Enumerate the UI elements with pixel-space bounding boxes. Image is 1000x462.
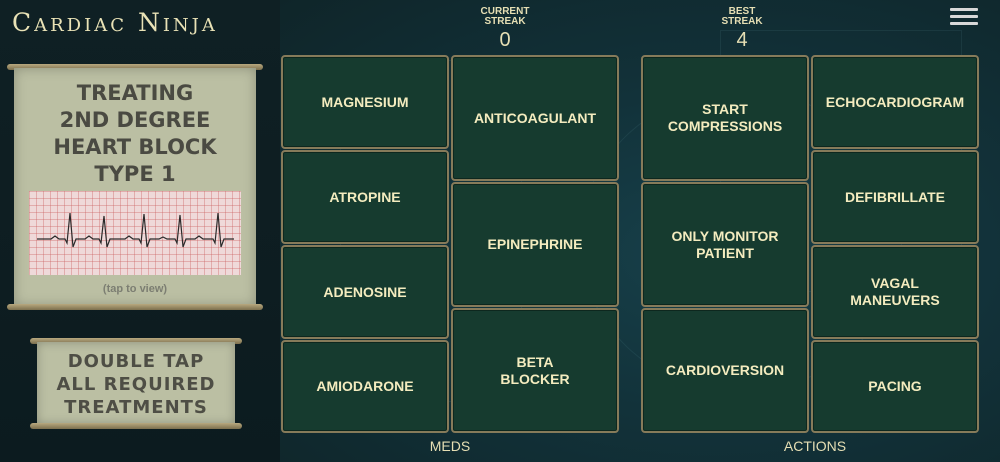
scenario-title: TREATING 2ND DEGREE HEART BLOCK TYPE 1 — [53, 81, 217, 186]
current-streak: CURRENT STREAK 0 — [455, 6, 555, 52]
best-streak-value: 4 — [736, 29, 748, 51]
hamburger-menu-icon[interactable] — [950, 8, 978, 26]
action-only-monitor-button[interactable]: ONLY MONITOR PATIENT — [641, 182, 809, 307]
best-streak: BEST STREAK 4 — [692, 6, 792, 52]
med-epinephrine-button[interactable]: EPINEPHRINE — [451, 182, 619, 307]
med-beta-blocker-button[interactable]: BETA BLOCKER — [451, 308, 619, 433]
tap-to-view-hint: (tap to view) — [102, 283, 168, 295]
current-streak-value: 0 — [499, 29, 511, 51]
med-atropine-button[interactable]: ATROPINE — [281, 150, 449, 244]
med-magnesium-button[interactable]: MAGNESIUM — [281, 55, 449, 149]
action-cardioversion-button[interactable]: CARDIOVERSION — [641, 308, 809, 433]
action-pacing-button[interactable]: PACING — [811, 340, 979, 433]
scenario-card[interactable]: TREATING 2ND DEGREE HEART BLOCK TYPE 1 (… — [14, 68, 256, 306]
action-vagal-maneuvers-button[interactable]: VAGAL MANEUVERS — [811, 245, 979, 339]
meds-section-label: MEDS — [429, 438, 471, 454]
action-echocardiogram-button[interactable]: ECHOCARDIOGRAM — [811, 55, 979, 149]
best-streak-label: BEST STREAK — [721, 6, 763, 27]
current-streak-label: CURRENT STREAK — [480, 6, 530, 27]
ecg-trace-icon — [37, 212, 234, 248]
med-adenosine-button[interactable]: ADENOSINE — [281, 245, 449, 339]
med-anticoagulant-button[interactable]: ANTICOAGULANT — [451, 55, 619, 181]
instruction-card: DOUBLE TAP ALL REQUIRED TREATMENTS — [37, 342, 235, 424]
action-start-compressions-button[interactable]: START COMPRESSIONS — [641, 55, 809, 181]
scroll-bottom-rod — [7, 304, 263, 310]
actions-section-label: ACTIONS — [783, 438, 847, 454]
instruction-bottom-rod — [30, 423, 242, 429]
action-defibrillate-button[interactable]: DEFIBRILLATE — [811, 150, 979, 244]
app-title: Cardiac Ninja — [12, 8, 218, 37]
ecg-strip[interactable] — [29, 191, 241, 275]
med-amiodarone-button[interactable]: AMIODARONE — [281, 340, 449, 433]
